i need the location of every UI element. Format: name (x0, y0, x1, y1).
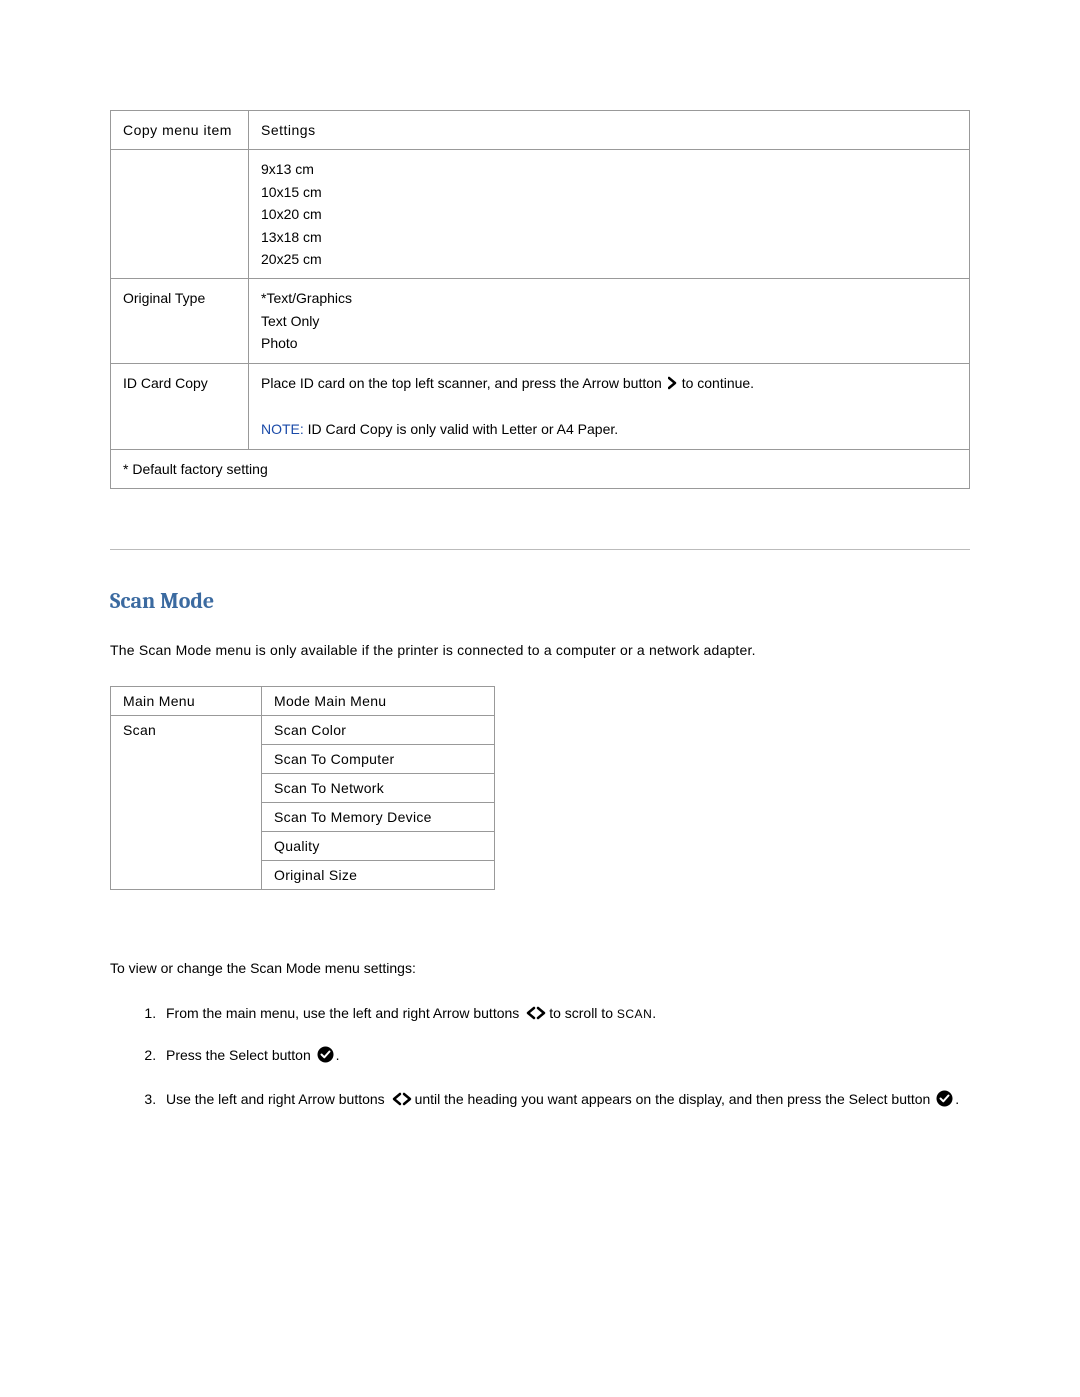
cell-original-type-label: Original Type (111, 279, 249, 363)
instruction-steps: From the main menu, use the left and rig… (110, 1002, 970, 1113)
select-button-icon (936, 1090, 953, 1113)
table-row-sizes: 9x13 cm 10x15 cm 10x20 cm 13x18 cm 20x25… (111, 150, 970, 279)
step-3: Use the left and right Arrow buttons unt… (160, 1088, 970, 1113)
scan-header-mode-main-menu: Mode Main Menu (262, 687, 495, 716)
cell-footnote: * Default factory setting (111, 449, 970, 488)
cell-sizes: 9x13 cm 10x15 cm 10x20 cm 13x18 cm 20x25… (249, 150, 970, 279)
cell-id-card-label: ID Card Copy (111, 363, 249, 449)
left-right-arrows-icon (391, 1090, 413, 1112)
scan-item-3: Scan To Memory Device (262, 803, 495, 832)
size-3: 13x18 cm (261, 229, 322, 245)
step-2: Press the Select button . (160, 1044, 970, 1069)
cell-original-type-options: *Text/Graphics Text Only Photo (249, 279, 970, 363)
arrow-right-icon (668, 374, 680, 396)
scan-item-0: Scan Color (262, 716, 495, 745)
step-1: From the main menu, use the left and rig… (160, 1002, 970, 1026)
table-row-footnote: * Default factory setting (111, 449, 970, 488)
size-2: 10x20 cm (261, 206, 322, 222)
copy-menu-table: Copy menu item Settings 9x13 cm 10x15 cm… (110, 110, 970, 489)
step-3-period: . (955, 1091, 959, 1107)
step-1-after: to scroll to (549, 1005, 617, 1021)
step-1-target: SCAN (617, 1007, 652, 1021)
cell-empty (111, 150, 249, 279)
step-1-period: . (652, 1005, 656, 1021)
scan-mode-table: Main Menu Mode Main Menu Scan Scan Color… (110, 686, 495, 890)
scan-header-main-menu: Main Menu (111, 687, 262, 716)
step-3-mid: until the heading you want appears on th… (415, 1091, 935, 1107)
size-1: 10x15 cm (261, 184, 322, 200)
option-0: *Text/Graphics (261, 290, 352, 306)
table-row-id-card-copy: ID Card Copy Place ID card on the top le… (111, 363, 970, 449)
left-right-arrows-icon (525, 1004, 547, 1026)
scan-left-value: Scan (111, 716, 262, 890)
scan-table-header-row: Main Menu Mode Main Menu (111, 687, 495, 716)
note-label: NOTE: (261, 421, 304, 437)
scan-item-5: Original Size (262, 861, 495, 890)
document-page: Copy menu item Settings 9x13 cm 10x15 cm… (0, 0, 1080, 1231)
scan-mode-intro: The Scan Mode menu is only available if … (110, 642, 970, 658)
id-card-text-after: to continue. (682, 375, 754, 391)
size-4: 20x25 cm (261, 251, 322, 267)
section-divider (110, 549, 970, 550)
header-copy-menu-item: Copy menu item (111, 111, 249, 150)
table-row-original-type: Original Type *Text/Graphics Text Only P… (111, 279, 970, 363)
step-2-period: . (336, 1047, 340, 1063)
select-button-icon (317, 1046, 334, 1069)
note-text: ID Card Copy is only valid with Letter o… (304, 421, 618, 437)
step-1-before: From the main menu, use the left and rig… (166, 1005, 523, 1021)
scan-row-0: Scan Scan Color (111, 716, 495, 745)
option-1: Text Only (261, 313, 319, 329)
size-0: 9x13 cm (261, 161, 314, 177)
step-2-before: Press the Select button (166, 1047, 315, 1063)
option-2: Photo (261, 335, 298, 351)
instructions-lead: To view or change the Scan Mode menu set… (110, 960, 970, 976)
id-card-text-before: Place ID card on the top left scanner, a… (261, 375, 666, 391)
scan-mode-heading: Scan Mode (110, 588, 970, 614)
header-settings: Settings (249, 111, 970, 150)
scan-item-2: Scan To Network (262, 774, 495, 803)
scan-item-1: Scan To Computer (262, 745, 495, 774)
scan-item-4: Quality (262, 832, 495, 861)
step-3-before: Use the left and right Arrow buttons (166, 1091, 389, 1107)
cell-id-card-text: Place ID card on the top left scanner, a… (249, 363, 970, 449)
table-header-row: Copy menu item Settings (111, 111, 970, 150)
